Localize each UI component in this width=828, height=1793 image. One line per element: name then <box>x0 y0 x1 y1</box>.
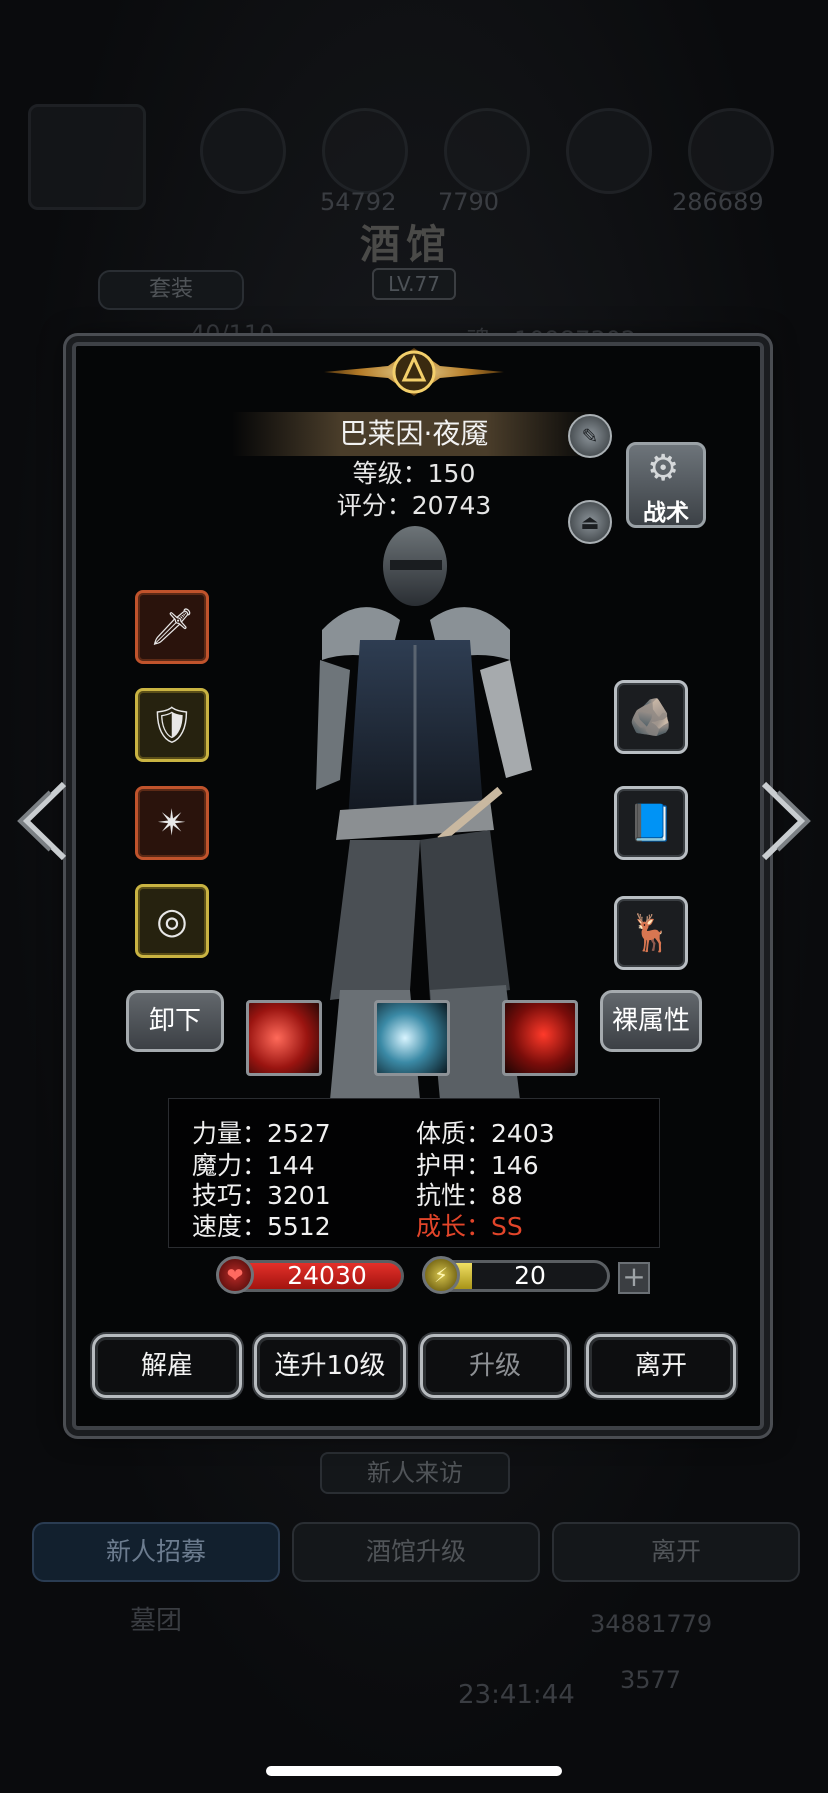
bg-resource-slot-5 <box>688 108 774 194</box>
tavern-title: 酒馆 <box>360 222 452 268</box>
equip-slot-armor[interactable]: 🛡 <box>135 688 209 762</box>
gear-icon: ⚙ <box>647 448 680 489</box>
level-up-button[interactable]: 升级 <box>420 1334 570 1398</box>
armor-icon: 🛡 <box>149 705 195 746</box>
hero-score: 评分：20743 <box>336 491 492 520</box>
stat-strength: 力量：2527 <box>192 1119 331 1148</box>
ring-icon: ◎ <box>156 900 188 942</box>
equip-slot-ring[interactable]: ◎ <box>135 884 209 958</box>
equip-slot-trinket[interactable]: 🦌 <box>614 896 688 970</box>
unequip-button[interactable]: 卸下 <box>126 990 224 1052</box>
previous-hero-arrow[interactable] <box>12 778 72 864</box>
naked-attributes-button[interactable]: 裸属性 <box>600 990 702 1052</box>
book-icon: 📘 <box>628 803 674 844</box>
hero-name: 巴莱因·夜魇 <box>232 412 596 456</box>
next-hero-arrow[interactable] <box>756 778 816 864</box>
pencil-icon: ✎ <box>581 424 599 448</box>
bg-resource-slot-1 <box>200 108 286 194</box>
tavern-level-badge: LV.77 <box>372 268 456 300</box>
new-visitor-button[interactable]: 新人来访 <box>320 1452 510 1494</box>
equip-slot-weapon[interactable]: 🗡 <box>135 590 209 664</box>
tactics-button[interactable]: ⚙ 战术 <box>626 442 706 528</box>
equip-slot-book[interactable]: 📘 <box>614 786 688 860</box>
leave-button[interactable]: 离开 <box>586 1334 736 1398</box>
antler-icon: 🦌 <box>628 913 674 954</box>
equip-slot-material[interactable]: 🪨 <box>614 680 688 754</box>
spear-icon: 🗡 <box>149 607 195 648</box>
tactics-label: 战术 <box>643 500 689 526</box>
bg-resource-slot-4 <box>566 108 652 194</box>
stat-growth: 成长：SS <box>416 1212 523 1241</box>
hero-level: 等级：150 <box>352 459 476 488</box>
rename-button[interactable]: ✎ <box>568 414 612 458</box>
tab-leave[interactable]: 离开 <box>552 1522 800 1582</box>
hp-value: 24030 <box>287 1261 367 1290</box>
stat-constitution: 体质：2403 <box>416 1119 555 1148</box>
bg-gem-value: 3577 <box>620 1666 682 1694</box>
emblem-icon <box>324 348 504 396</box>
bg-resource-slot-2 <box>322 108 408 194</box>
heart-icon: ❤ <box>216 1256 254 1294</box>
bg-hero-portrait <box>28 104 146 210</box>
crystal-icon: ✴ <box>156 802 188 844</box>
bg-clock: 23:41:44 <box>458 1680 575 1710</box>
skill-slot-3[interactable] <box>502 1000 578 1076</box>
bg-resource-value-3: 286689 <box>672 188 764 216</box>
bg-gold-value: 34881779 <box>590 1610 713 1638</box>
outfit-tab[interactable]: 套装 <box>98 270 244 310</box>
bg-corps-label: 墓团 <box>130 1606 183 1636</box>
energy-value: 20 <box>514 1261 546 1290</box>
skill-slot-1[interactable] <box>246 1000 322 1076</box>
level-up-10-button[interactable]: 连升10级 <box>254 1334 406 1398</box>
ore-icon: 🪨 <box>628 697 674 738</box>
equip-slot-accessory[interactable]: ✴ <box>135 786 209 860</box>
skill-slot-2[interactable] <box>374 1000 450 1076</box>
tab-tavern-upgrade[interactable]: 酒馆升级 <box>292 1522 540 1582</box>
add-energy-button[interactable]: + <box>618 1262 650 1294</box>
stat-speed: 速度：5512 <box>192 1212 331 1241</box>
bg-resource-slot-3 <box>444 108 530 194</box>
dismiss-button[interactable]: 解雇 <box>92 1334 242 1398</box>
home-indicator <box>266 1766 562 1776</box>
lightning-icon: ⚡ <box>422 1256 460 1294</box>
tab-new-recruit[interactable]: 新人招募 <box>32 1522 280 1582</box>
